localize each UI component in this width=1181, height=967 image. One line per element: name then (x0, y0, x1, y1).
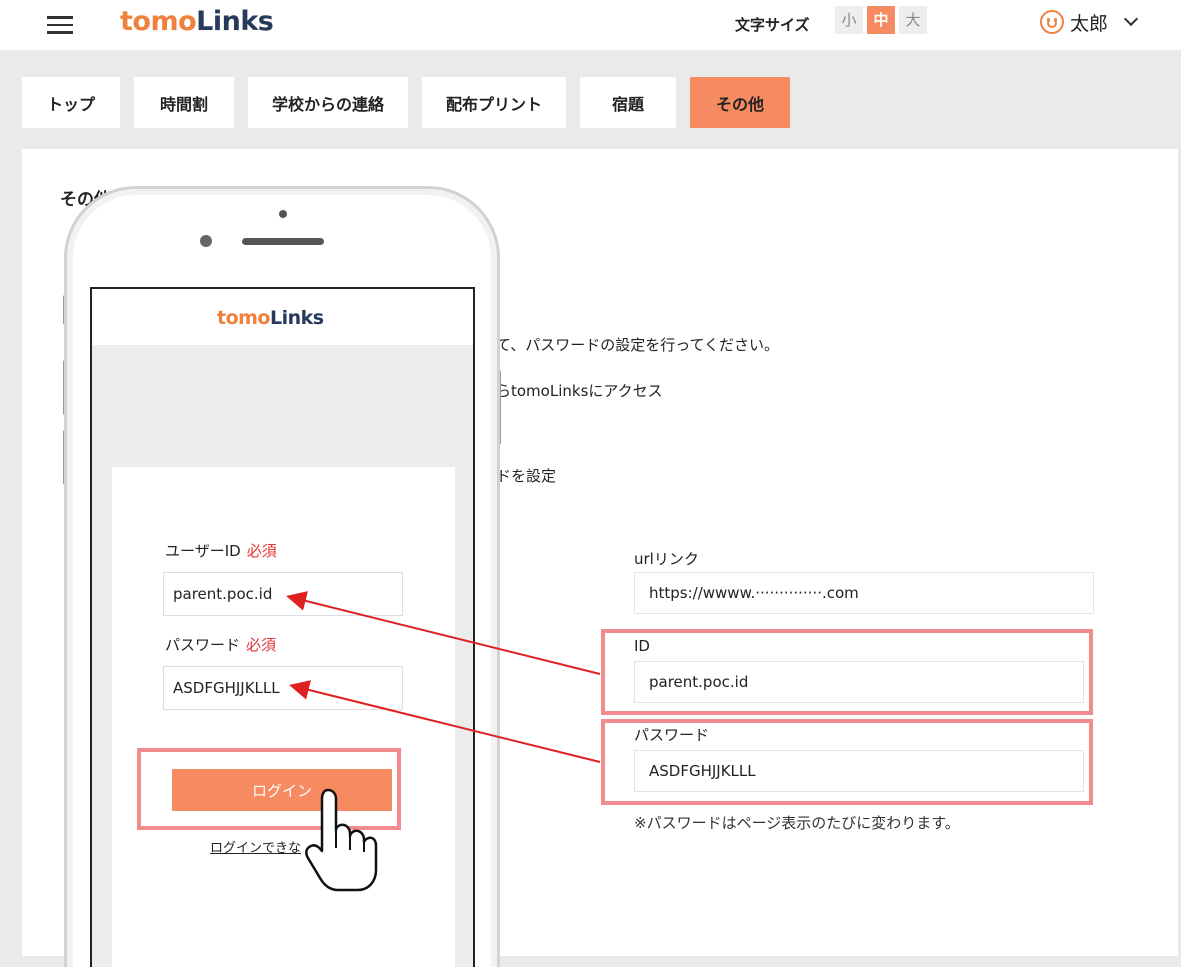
id-arrow (286, 591, 601, 675)
hand-pointer-icon (305, 788, 378, 892)
annotation-overlay (286, 591, 601, 892)
password-arrow (289, 680, 601, 763)
